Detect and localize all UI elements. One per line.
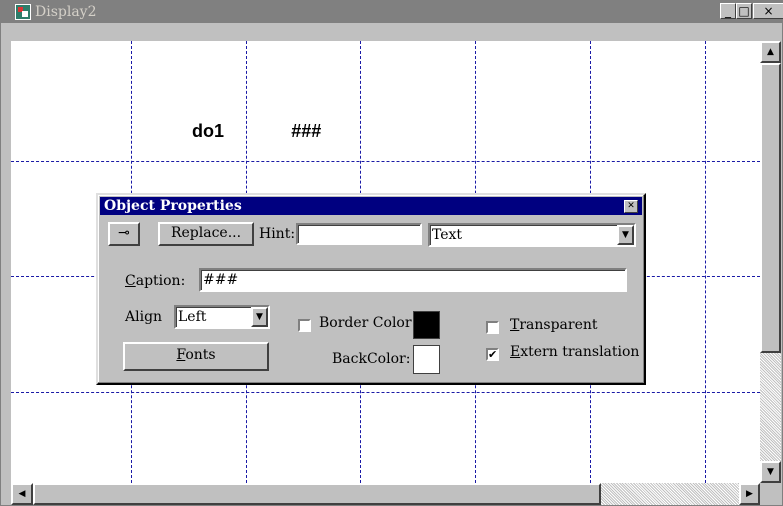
caption-input[interactable]: ### <box>199 268 627 292</box>
caption-label: Caption: <box>125 273 186 289</box>
type-select-value: Text <box>432 227 463 243</box>
replace-button[interactable]: Replace... <box>158 222 254 246</box>
minimize-button[interactable]: _ <box>720 3 736 19</box>
canvas-label-do1[interactable]: do1 <box>192 121 224 142</box>
border-color-label: Border Color <box>319 315 412 331</box>
horizontal-scroll-thumb[interactable] <box>33 483 601 505</box>
title-bar[interactable]: Display2 _ □ × <box>1 1 783 23</box>
canvas-label-value[interactable]: ### <box>291 121 321 142</box>
fonts-button[interactable]: Fonts <box>123 342 269 371</box>
hint-input[interactable] <box>296 223 422 245</box>
horizontal-scrollbar[interactable]: ◀ ▶ <box>11 483 760 505</box>
close-button[interactable]: × <box>753 3 783 19</box>
scroll-right-button[interactable]: ▶ <box>739 483 760 505</box>
border-color-checkbox[interactable] <box>298 319 311 332</box>
hint-label: Hint: <box>259 226 296 242</box>
object-properties-dialog: Object Properties ✕ ⊸ Replace... Hint: T… <box>96 193 646 385</box>
align-select[interactable]: Left ▼ <box>174 305 270 329</box>
align-label: Align <box>125 309 163 325</box>
dialog-close-button[interactable]: ✕ <box>624 200 638 213</box>
back-color-label: BackColor: <box>332 351 411 367</box>
dialog-title-bar[interactable]: Object Properties <box>100 197 642 215</box>
transparent-checkbox[interactable] <box>486 321 499 334</box>
grid-line <box>11 161 760 162</box>
horizontal-scroll-track[interactable] <box>601 483 739 505</box>
vertical-scrollbar[interactable]: ▲ ▼ <box>760 41 781 483</box>
border-color-swatch[interactable] <box>413 311 440 339</box>
extern-translation-accesskey: E <box>510 344 521 360</box>
align-select-value: Left <box>178 309 207 325</box>
back-color-swatch[interactable] <box>413 345 440 374</box>
chevron-down-icon[interactable]: ▼ <box>617 225 634 245</box>
grid-line <box>705 41 706 483</box>
transparent-accesskey: T <box>510 317 520 333</box>
chevron-down-icon[interactable]: ▼ <box>251 307 268 327</box>
vertical-scroll-thumb[interactable] <box>760 63 781 353</box>
grid-line <box>11 392 760 393</box>
display-app-icon[interactable] <box>15 4 31 20</box>
scroll-up-button[interactable]: ▲ <box>760 41 781 63</box>
scroll-left-button[interactable]: ◀ <box>11 483 33 505</box>
vertical-scroll-track[interactable] <box>760 353 781 461</box>
extern-translation-checkbox[interactable]: ✔ <box>486 348 499 361</box>
type-select[interactable]: Text ▼ <box>428 223 636 247</box>
dialog-title: Object Properties <box>104 198 242 214</box>
resize-grip[interactable] <box>760 483 781 505</box>
window-title: Display2 <box>35 4 97 20</box>
fonts-accesskey: F <box>176 347 186 363</box>
extern-translation-label: Extern translation <box>510 344 640 360</box>
transparent-label: Transparent <box>510 317 598 333</box>
pin-icon[interactable]: ⊸ <box>108 222 140 246</box>
maximize-button[interactable]: □ <box>736 3 752 19</box>
scroll-down-button[interactable]: ▼ <box>760 461 781 483</box>
caption-label-accesskey: C <box>125 273 136 289</box>
